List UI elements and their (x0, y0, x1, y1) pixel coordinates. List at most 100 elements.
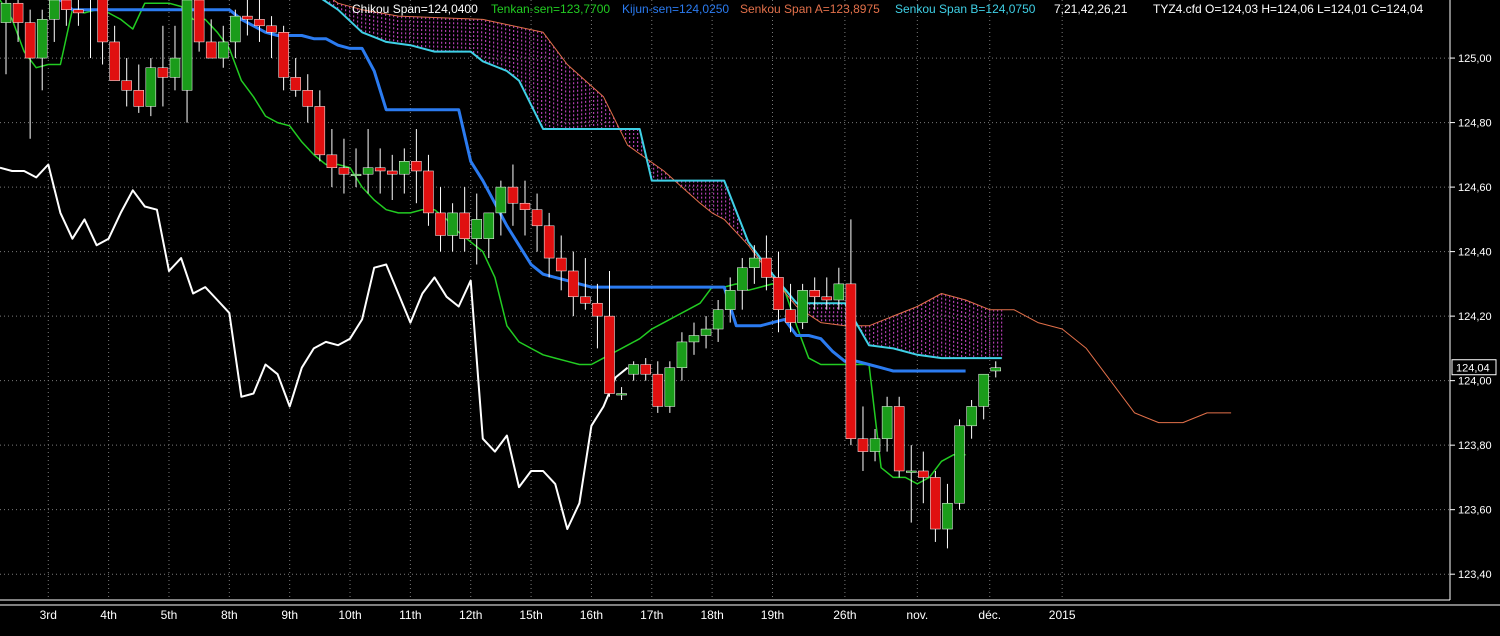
candle-up (881, 406, 893, 439)
last-price-label: 124,04 (1456, 363, 1490, 375)
candle-up (471, 219, 482, 239)
candle-up (49, 0, 60, 20)
y-tick-label: 123,80 (1458, 440, 1492, 452)
x-tick-label: 4th (100, 608, 117, 622)
y-tick-label: 125,00 (1458, 53, 1492, 65)
y-tick-label: 123,40 (1458, 569, 1492, 581)
candle-down (12, 2, 24, 23)
candle-down (97, 0, 108, 43)
candle-up (483, 212, 495, 239)
senkou-b-legend: Senkou Span B=124,0750 (895, 2, 1036, 16)
candle-up (350, 173, 362, 176)
x-tick-label: 19th (761, 608, 784, 622)
x-tick-label: 2015 (1049, 608, 1076, 622)
candle-down (507, 186, 519, 204)
x-tick-label: 11th (399, 608, 421, 622)
candle-down (121, 80, 132, 91)
candle-up (36, 19, 48, 59)
candle-up (230, 15, 241, 43)
candle-up (737, 267, 748, 291)
x-tick-label: 3rd (40, 608, 57, 622)
candle-down (604, 315, 615, 394)
ohlc-legend: TYZ4.cfd O=124,03 H=124,06 L=124,01 C=12… (1153, 2, 1424, 16)
candle-up (833, 283, 845, 301)
y-tick-label: 123,60 (1458, 505, 1492, 517)
candle-down (459, 212, 470, 239)
candle-down (109, 41, 120, 81)
x-tick-label: déc. (978, 608, 1001, 622)
candle-up (495, 186, 507, 214)
candle-down (302, 90, 313, 107)
candle-down (157, 67, 169, 78)
candle-up (628, 364, 639, 375)
candle-down (73, 9, 84, 14)
candle-down (205, 41, 217, 59)
senkou-a-legend: Senkou Span A=123,8975 (740, 2, 880, 16)
candle-down (519, 202, 531, 210)
tenkan-legend: Tenkan-sen=123,7700 (491, 2, 610, 16)
candle-down (845, 283, 857, 439)
x-tick-label: 26th (833, 608, 856, 622)
candle-down (338, 167, 350, 175)
y-tick-label: 124,40 (1458, 247, 1492, 259)
x-tick-label: 12th (459, 608, 482, 622)
candle-down (652, 373, 664, 407)
candle-up (966, 406, 977, 427)
ichimoku-chart: 123,40 123,60 123,80 124,00 124,20 124,40 124,… (0, 0, 1500, 631)
candle-down (423, 170, 434, 214)
candle-down (374, 167, 386, 172)
x-tick-label: nov. (906, 608, 928, 622)
candle-down (893, 406, 905, 472)
x-tick-label: 18th (700, 608, 723, 622)
x-tick-label: 10th (338, 608, 361, 622)
kijun-legend: Kijun-sen=124,0250 (622, 2, 729, 16)
candle-down (133, 90, 145, 107)
candle-down (411, 161, 422, 172)
candle-down (785, 309, 796, 323)
candle-up (447, 212, 458, 236)
candle-down (254, 19, 265, 27)
candle-down (640, 364, 651, 375)
x-tick-label: 16th (580, 608, 603, 622)
candle-up (749, 257, 760, 268)
candle-up (0, 2, 12, 23)
params-legend: 7,21,42,26,21 (1054, 2, 1128, 16)
y-tick-label: 124,80 (1458, 118, 1492, 130)
candle-up (990, 367, 1001, 372)
candle-down (435, 212, 446, 236)
candle-up (712, 309, 724, 330)
candle-up (724, 290, 736, 310)
candle-down (821, 296, 833, 301)
x-tick-label: 5th (161, 608, 178, 622)
candle-down (555, 257, 567, 272)
candle-down (290, 77, 301, 91)
chart-canvas: 123,40 123,60 123,80 124,00 124,20 124,40 124,… (0, 0, 1500, 631)
candle-down (809, 290, 820, 298)
candle-down (857, 438, 869, 452)
x-tick-label: 15th (519, 608, 542, 622)
candle-up (978, 373, 989, 407)
candle-up (700, 328, 712, 336)
candle-down (773, 277, 784, 310)
y-tick-label: 124,20 (1458, 311, 1492, 323)
candle-down (918, 470, 929, 478)
candle-down (592, 302, 603, 317)
chart-background (0, 0, 1500, 631)
candle-up (676, 341, 688, 368)
candle-up (616, 393, 627, 396)
candle-up (688, 335, 700, 343)
candle-up (169, 57, 181, 78)
candle-up (218, 41, 229, 59)
y-tick-label: 124,60 (1458, 182, 1492, 194)
candle-up (954, 425, 965, 504)
candle-up (906, 470, 917, 473)
candle-down (543, 225, 555, 259)
candle-up (399, 161, 410, 175)
candle-up (145, 67, 157, 107)
candle-down (761, 257, 772, 278)
candle-down (242, 15, 253, 20)
candle-down (266, 25, 277, 33)
candle-down (386, 170, 398, 175)
x-tick-label: 17th (640, 608, 663, 622)
x-tick-label: 8th (221, 608, 238, 622)
